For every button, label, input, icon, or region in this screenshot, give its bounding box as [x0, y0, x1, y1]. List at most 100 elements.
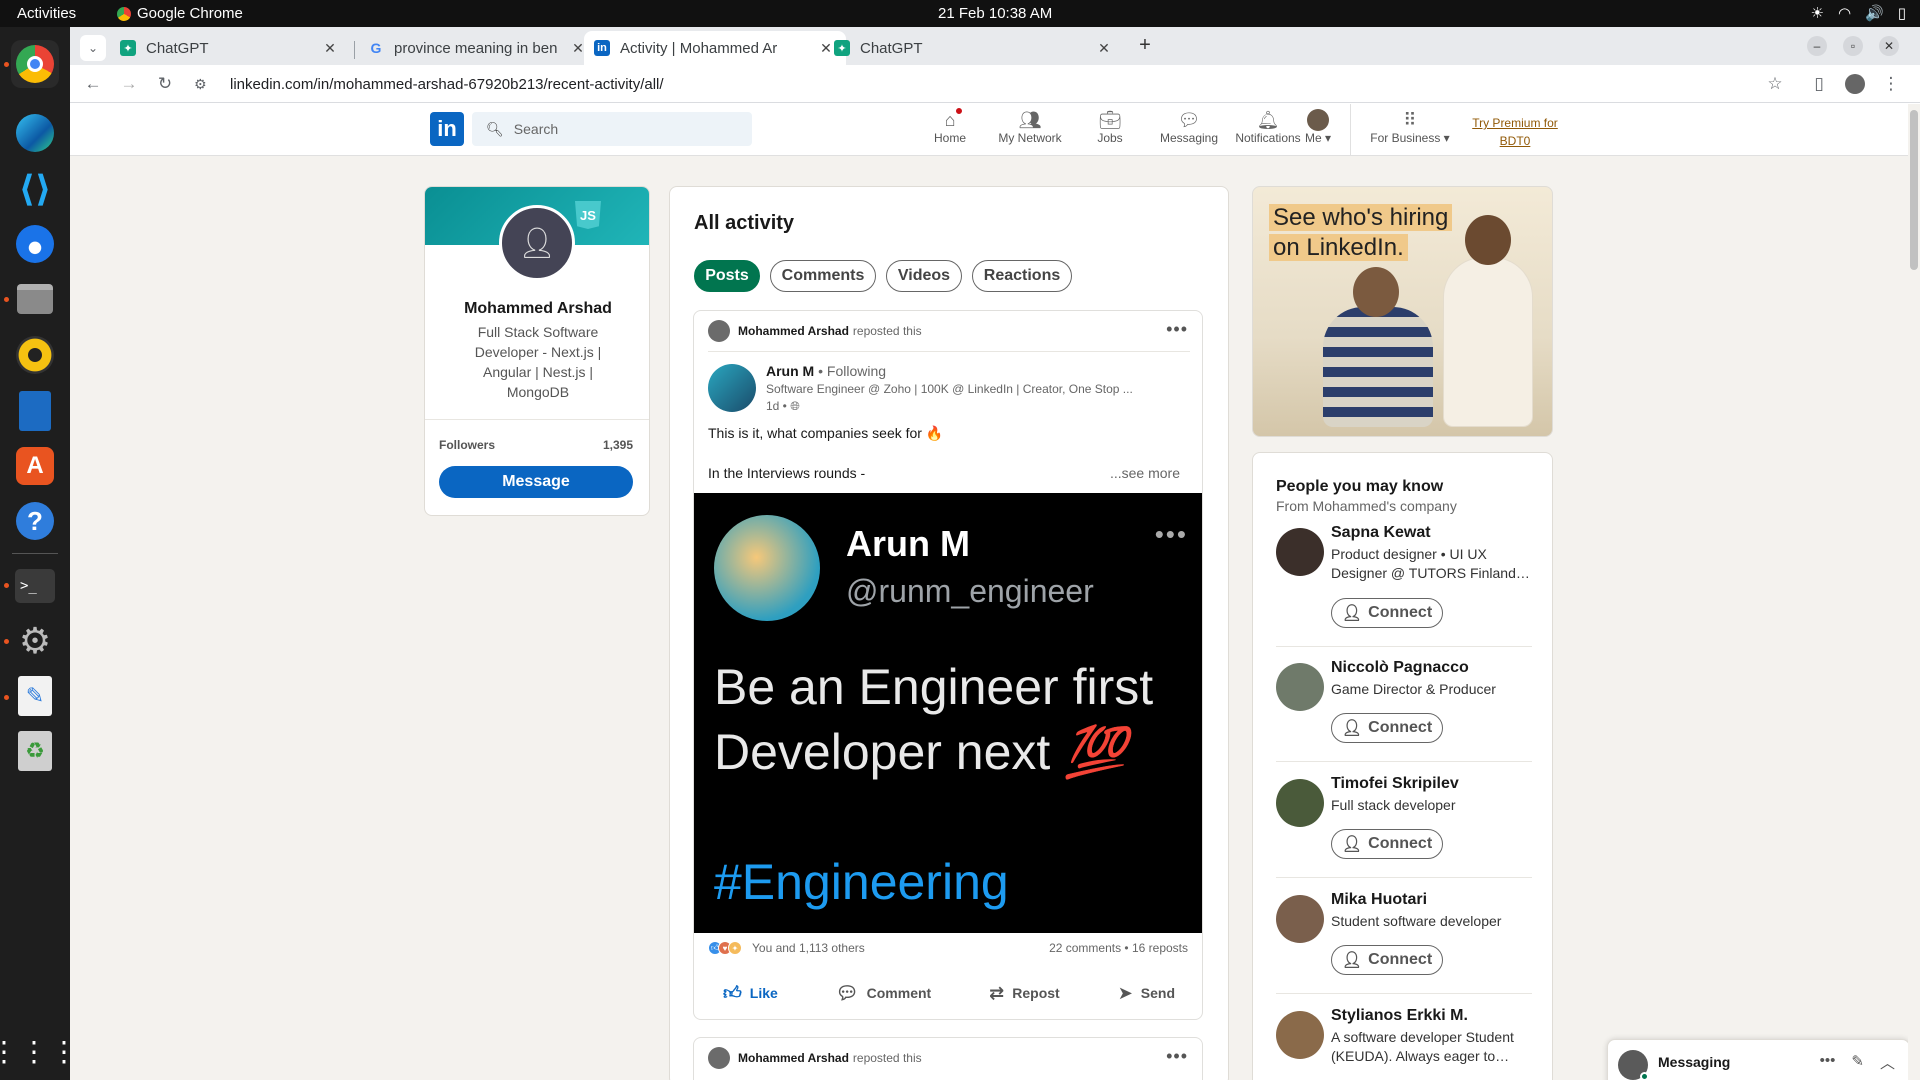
messaging-controls: ••• ✎ ︿ [1820, 1052, 1895, 1073]
help-icon[interactable]: ? [11, 497, 59, 545]
close-window-icon[interactable]: ✕ [1879, 36, 1899, 56]
connect-button[interactable]: 👤︎ Connect [1331, 598, 1443, 628]
reposter-name[interactable]: Mohammed Arshad [738, 324, 849, 338]
filter-comments[interactable]: Comments [770, 260, 876, 292]
system-tray[interactable]: ☀ ◠ 🔊 ▯ [1811, 4, 1907, 22]
clock[interactable]: 21 Feb 10:38 AM [938, 5, 1052, 22]
nav-network[interactable]: 👥︎ My Network [990, 109, 1070, 153]
vscode-icon[interactable]: ⟨⟩ [11, 165, 59, 213]
avatar[interactable] [1276, 779, 1324, 827]
trash-icon[interactable]: ♻ [11, 727, 59, 775]
comment-button[interactable]: 💬︎ Comment [836, 983, 931, 1004]
thunderbird-icon[interactable] [11, 220, 59, 268]
person-name[interactable]: Stylianos Erkki M. [1331, 1007, 1468, 1025]
running-indicator [4, 583, 9, 588]
linkedin-logo-icon[interactable]: in [430, 112, 464, 146]
side-panel-icon[interactable]: ▯ [1808, 73, 1830, 95]
repost-text: reposted this [852, 324, 922, 338]
messaging-widget[interactable]: Messaging ••• ✎ ︿ [1607, 1039, 1910, 1080]
nav-for-business[interactable]: ⠿ For Business ▾ [1360, 109, 1460, 153]
image-avatar [714, 515, 820, 621]
chevron-up-icon[interactable]: ︿ [1880, 1052, 1895, 1073]
more-options-icon[interactable]: ••• [1166, 1046, 1188, 1067]
connect-button[interactable]: 👤︎ Connect [1331, 829, 1443, 859]
nav-messaging[interactable]: 💬︎ Messaging [1149, 109, 1229, 153]
avatar[interactable] [1276, 663, 1324, 711]
tab-linkedin[interactable]: in Activity | Mohammed Ar ✕ [584, 31, 846, 65]
filter-reactions[interactable]: Reactions [972, 260, 1072, 292]
text-editor-icon[interactable]: ✎ [11, 672, 59, 720]
nav-me[interactable]: Me ▾ [1288, 109, 1348, 153]
reactions-summary[interactable]: 👍︎ ♥ ✦ You and 1,113 others [708, 941, 865, 955]
reload-icon[interactable]: ↻ [154, 73, 176, 95]
edge-icon[interactable] [11, 109, 59, 157]
person-name[interactable]: Timofei Skripilev [1331, 775, 1459, 793]
like-button[interactable]: 👍︎ Like [723, 982, 778, 1004]
app-menu[interactable]: Google Chrome [117, 5, 243, 22]
scrollbar[interactable] [1908, 104, 1920, 1080]
person-name[interactable]: Niccolò Pagnacco [1331, 659, 1469, 677]
profile-headline: Full Stack Software Developer - Next.js … [474, 324, 602, 400]
person-name[interactable]: Sapna Kewat [1331, 524, 1431, 542]
author-name[interactable]: Arun M [766, 363, 814, 379]
author-avatar[interactable] [708, 364, 756, 412]
tab-chatgpt-2[interactable]: ✦ ChatGPT ✕ [824, 31, 1124, 65]
comments-reposts-count[interactable]: 22 comments • 16 reposts [1049, 941, 1188, 955]
search-input[interactable]: 🔍︎ Search [472, 112, 752, 146]
files-icon[interactable] [11, 275, 59, 323]
filter-videos[interactable]: Videos [886, 260, 962, 292]
rhythmbox-icon[interactable] [11, 331, 59, 379]
more-options-icon[interactable]: ••• [1820, 1052, 1836, 1073]
writer-icon[interactable] [11, 387, 59, 435]
menu-icon[interactable]: ⋮ [1880, 73, 1902, 95]
back-icon[interactable]: ← [82, 73, 104, 95]
avatar[interactable] [708, 320, 730, 342]
forward-icon[interactable]: → [118, 73, 140, 95]
site-info-icon[interactable]: ⚙ [194, 76, 214, 93]
followers-label: Followers [439, 438, 496, 452]
profile-avatar[interactable]: 👤︎ [499, 205, 575, 281]
browser-toolbar: ← → ↻ ⚙ linkedin.com/in/mohammed-arshad-… [70, 65, 1920, 103]
avatar[interactable] [1276, 895, 1324, 943]
connect-button[interactable]: 👤︎ Connect [1331, 945, 1443, 975]
terminal-icon[interactable]: >_ [11, 562, 59, 610]
close-icon[interactable]: ✕ [320, 40, 340, 57]
activities-button[interactable]: Activities [17, 5, 76, 22]
reposter-name[interactable]: Mohammed Arshad [738, 1051, 849, 1065]
chrome-icon[interactable] [11, 40, 59, 88]
comment-label: Comment [866, 985, 932, 1001]
profile-name[interactable]: Mohammed Arshad [425, 300, 649, 318]
settings-icon[interactable]: ⚙ [11, 617, 59, 665]
nav-jobs[interactable]: 💼︎ Jobs [1070, 109, 1150, 153]
message-button[interactable]: Message [439, 466, 633, 498]
nav-home[interactable]: ⌂ Home [910, 106, 990, 153]
avatar[interactable] [1276, 528, 1324, 576]
repost-button[interactable]: ⇄ Repost [989, 983, 1060, 1004]
send-button[interactable]: ➤ Send [1118, 983, 1175, 1004]
tab-search-icon[interactable]: ⌄ [80, 35, 106, 61]
close-icon[interactable]: ✕ [1094, 40, 1114, 57]
bookmark-star-icon[interactable]: ☆ [1764, 73, 1786, 95]
post-image[interactable]: Arun M @runm_engineer ••• Be an Engineer… [694, 493, 1202, 933]
new-tab-icon[interactable]: + [1134, 34, 1156, 56]
hiring-ad[interactable]: See who's hiring on LinkedIn. [1252, 186, 1553, 437]
minimize-icon[interactable]: – [1807, 36, 1827, 56]
app-center-icon[interactable]: A [11, 442, 59, 490]
address-bar[interactable]: ⚙ linkedin.com/in/mohammed-arshad-67920b… [194, 69, 1854, 99]
more-options-icon[interactable]: ••• [1166, 319, 1188, 340]
try-premium-link[interactable]: Try Premium for BDT0 [1460, 114, 1570, 150]
see-more-link[interactable]: ...see more [1110, 465, 1180, 481]
avatar[interactable] [708, 1047, 730, 1069]
person-name[interactable]: Mika Huotari [1331, 891, 1427, 909]
show-apps-icon[interactable]: ⋮⋮⋮ [0, 1027, 78, 1075]
profile-icon[interactable] [1844, 73, 1866, 95]
tab-chatgpt-1[interactable]: ✦ ChatGPT ✕ [110, 31, 350, 65]
avatar[interactable] [1276, 1011, 1324, 1059]
maximize-icon[interactable]: ▫ [1843, 36, 1863, 56]
filter-posts[interactable]: Posts [694, 260, 760, 292]
scrollbar-thumb[interactable] [1910, 110, 1918, 270]
messaging-label: Messaging [1658, 1054, 1731, 1070]
compose-icon[interactable]: ✎ [1851, 1052, 1864, 1073]
connect-button[interactable]: 👤︎ Connect [1331, 713, 1443, 743]
tab-google[interactable]: G province meaning in ben ✕ [358, 31, 598, 65]
